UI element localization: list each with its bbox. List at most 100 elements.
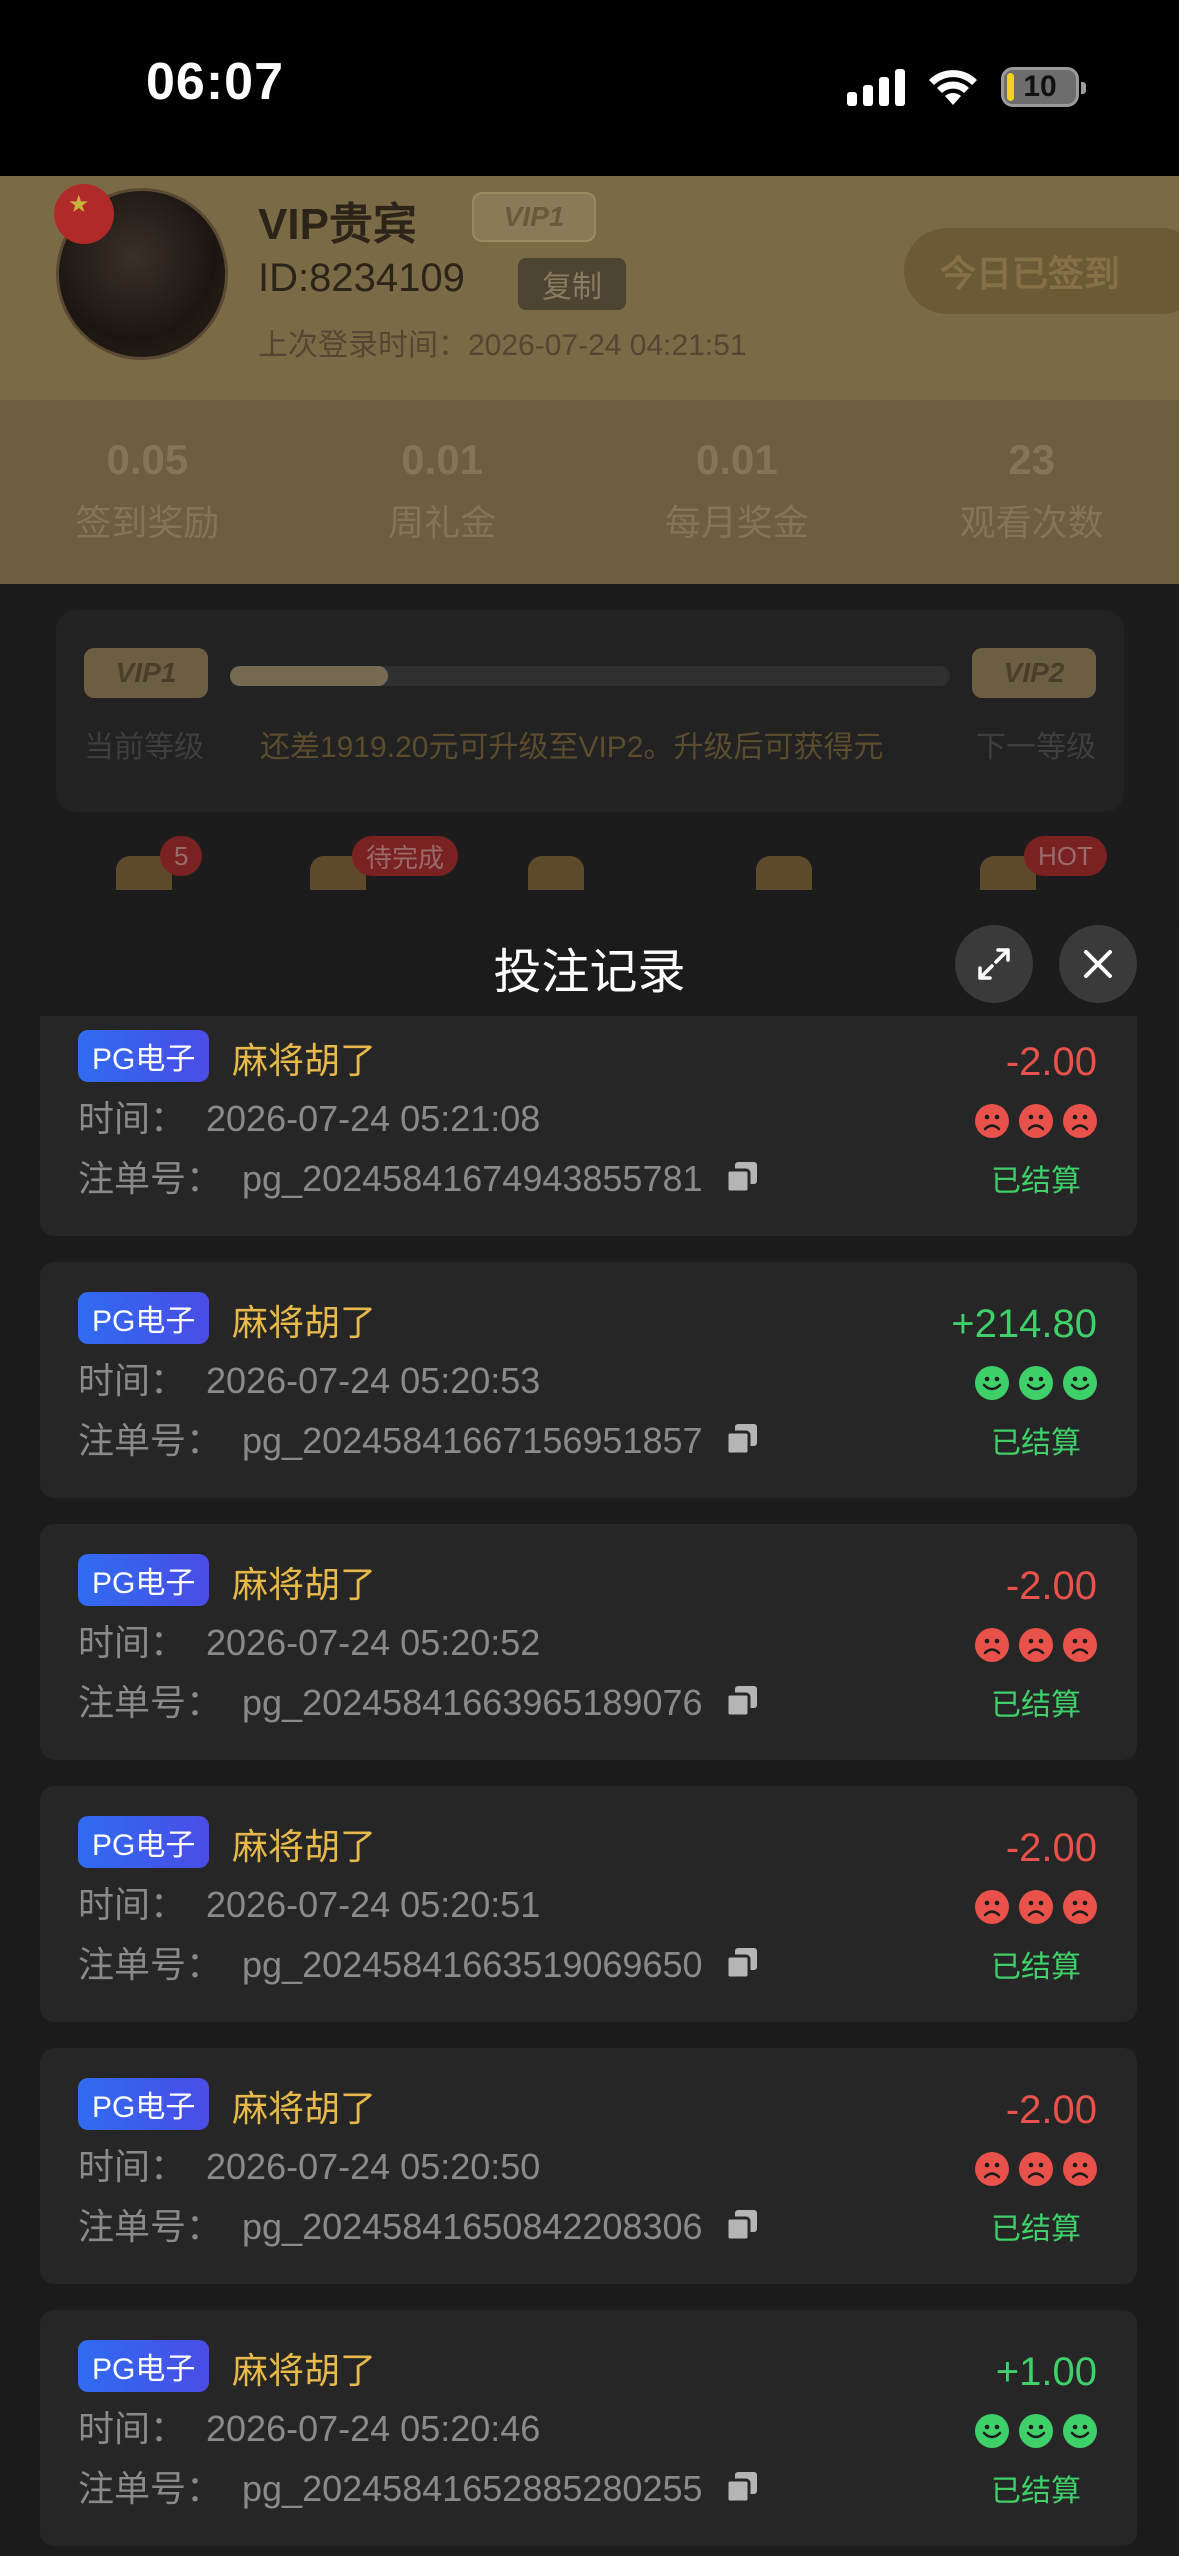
order-row: 注单号： pg_20245841663519069650 <box>78 1936 759 1988</box>
current-level-label: 当前等级 <box>84 731 204 764</box>
bet-amount: +214.80 <box>951 1302 1097 1346</box>
happy-face-icon <box>1063 2414 1097 2448</box>
user-id: ID:8234109 <box>258 256 465 300</box>
bet-record-list[interactable]: PG电子 麻将胡了 时间： 2026-07-24 05:21:08 注单号： pg_… <box>0 1016 1179 2556</box>
sad-face-icon <box>1019 1104 1053 1138</box>
sad-face-icon <box>1019 2152 1053 2186</box>
bet-time-row: 时间： 2026-07-24 05:20:51 <box>78 1876 540 1928</box>
battery-level: 10 <box>1023 70 1057 103</box>
copy-icon[interactable] <box>725 1946 759 1980</box>
order-number: pg_20245841674943855781 <box>242 1158 703 1199</box>
order-number: pg_20245841652885280255 <box>242 2468 703 2509</box>
order-label: 注单号： <box>78 2206 223 2247</box>
order-number: pg_20245841663519069650 <box>242 1944 703 1985</box>
bet-amount: -2.00 <box>1005 1826 1097 1870</box>
copy-icon[interactable] <box>725 1684 759 1718</box>
order-label: 注单号： <box>78 1420 223 1461</box>
bet-time: 2026-07-24 05:20:52 <box>206 1622 541 1663</box>
copy-icon[interactable] <box>725 2470 759 2504</box>
status-icons: 10 <box>847 62 1086 112</box>
level-progress-bar <box>230 666 950 686</box>
signal-icon <box>847 68 905 106</box>
bet-time: 2026-07-24 05:21:08 <box>206 1098 541 1139</box>
profile-header: VIP贵宾 VIP1 ID:8234109 复制 上次登录时间：2026-07-… <box>0 176 1179 400</box>
order-row: 注单号： pg_20245841652885280255 <box>78 2460 759 2512</box>
next-level-badge: VIP2 <box>972 648 1096 698</box>
happy-face-icon <box>975 1366 1009 1400</box>
close-icon <box>1084 950 1112 978</box>
stat-label: 签到奖励 <box>75 502 220 543</box>
sad-face-icon <box>1063 1890 1097 1924</box>
stats-row: 0.05 签到奖励 0.01 周礼金 0.01 每月奖金 23 观看次数 <box>0 400 1179 584</box>
sad-face-icon <box>1019 1890 1053 1924</box>
battery-fill <box>1007 73 1015 101</box>
bet-time-row: 时间： 2026-07-24 05:20:53 <box>78 1352 540 1404</box>
quick-actions-row: 5 待完成 HOT <box>0 836 1179 896</box>
upgrade-message: 还差1919.20元可升级至VIP2。升级后可获得元 <box>260 731 884 764</box>
sad-face-icon <box>975 2152 1009 2186</box>
bet-time-row: 时间： 2026-07-24 05:20:52 <box>78 1614 540 1666</box>
provider-tag: PG电子 <box>78 1816 210 1868</box>
copy-icon[interactable] <box>725 2208 759 2242</box>
happy-face-icon <box>1019 2414 1053 2448</box>
copy-icon[interactable] <box>725 1422 759 1456</box>
battery-icon: 10 <box>1001 67 1086 107</box>
bet-time-row: 时间： 2026-07-24 05:21:08 <box>78 1090 540 1142</box>
sad-face-icon <box>975 1890 1009 1924</box>
vip-level-card: VIP1 VIP2 当前等级 还差1919.20元可升级至VIP2。升级后可获得… <box>56 610 1124 812</box>
order-number: pg_20245841667156951857 <box>242 1420 703 1461</box>
order-label: 注单号： <box>78 1944 223 1985</box>
settled-status: 已结算 <box>991 2475 1081 2508</box>
provider-tag: PG电子 <box>78 1554 210 1606</box>
provider-tag: PG电子 <box>78 1030 210 1082</box>
result-faces <box>975 1104 1097 1138</box>
copy-icon[interactable] <box>725 1160 759 1194</box>
game-name: 麻将胡了 <box>232 1564 377 1605</box>
bet-time: 2026-07-24 05:20:46 <box>206 2408 541 2449</box>
time-label: 时间： <box>78 1098 187 1139</box>
settled-status: 已结算 <box>991 1689 1081 1722</box>
game-name: 麻将胡了 <box>232 2350 377 2391</box>
bet-record[interactable]: PG电子 麻将胡了 时间： 2026-07-24 05:20:52 注单号： pg_… <box>40 1524 1137 1760</box>
bet-time: 2026-07-24 05:20:51 <box>206 1884 541 1925</box>
bet-time-row: 时间： 2026-07-24 05:20:46 <box>78 2400 540 2452</box>
status-bar: 06:07 10 <box>0 0 1179 176</box>
provider-tag: PG电子 <box>78 2340 210 2392</box>
stat-label: 每月奖金 <box>664 502 809 543</box>
expand-button[interactable] <box>955 925 1033 1003</box>
signed-in-button[interactable]: 今日已签到 <box>904 228 1179 314</box>
provider-tag: PG电子 <box>78 1292 210 1344</box>
last-login-time: 上次登录时间：2026-07-24 04:21:51 <box>258 329 747 362</box>
notification-count-badge: 5 <box>160 836 203 876</box>
bet-amount: -2.00 <box>1005 1040 1097 1084</box>
vip-name: VIP贵宾 <box>258 200 417 249</box>
provider-tag: PG电子 <box>78 2078 210 2130</box>
bet-record[interactable]: PG电子 麻将胡了 时间： 2026-07-24 05:20:51 注单号： pg_… <box>40 1786 1137 2022</box>
current-level-badge: VIP1 <box>84 648 208 698</box>
wifi-icon <box>927 67 979 107</box>
stat-item: 0.01 每月奖金 <box>590 400 885 584</box>
level-progress-fill <box>230 666 389 686</box>
stat-item: 23 观看次数 <box>884 400 1179 584</box>
settled-status: 已结算 <box>991 1951 1081 1984</box>
bet-record[interactable]: PG电子 麻将胡了 时间： 2026-07-24 05:21:08 注单号： pg_… <box>40 1016 1137 1236</box>
sad-face-icon <box>1019 1628 1053 1662</box>
order-number: pg_20245841663965189076 <box>242 1682 703 1723</box>
result-faces <box>975 2414 1097 2448</box>
bet-record[interactable]: PG电子 麻将胡了 时间： 2026-07-24 05:20:50 注单号： pg_… <box>40 2048 1137 2284</box>
stat-value: 0.01 <box>401 436 483 483</box>
bet-record[interactable]: PG电子 麻将胡了 时间： 2026-07-24 05:20:53 注单号： pg_… <box>40 1262 1137 1498</box>
close-button[interactable] <box>1059 925 1137 1003</box>
time-label: 时间： <box>78 1360 187 1401</box>
time-label: 时间： <box>78 2408 187 2449</box>
stat-value: 0.01 <box>696 436 778 483</box>
game-name: 麻将胡了 <box>232 1826 377 1867</box>
result-faces <box>975 1628 1097 1662</box>
bet-record[interactable]: PG电子 麻将胡了 时间： 2026-07-24 05:20:46 注单号： pg_… <box>40 2310 1137 2546</box>
bet-amount: +1.00 <box>995 2350 1097 2394</box>
stat-item: 0.05 签到奖励 <box>0 400 295 584</box>
order-row: 注单号： pg_20245841667156951857 <box>78 1412 759 1464</box>
order-label: 注单号： <box>78 1158 223 1199</box>
sad-face-icon <box>1063 2152 1097 2186</box>
copy-id-button[interactable]: 复制 <box>518 258 626 310</box>
